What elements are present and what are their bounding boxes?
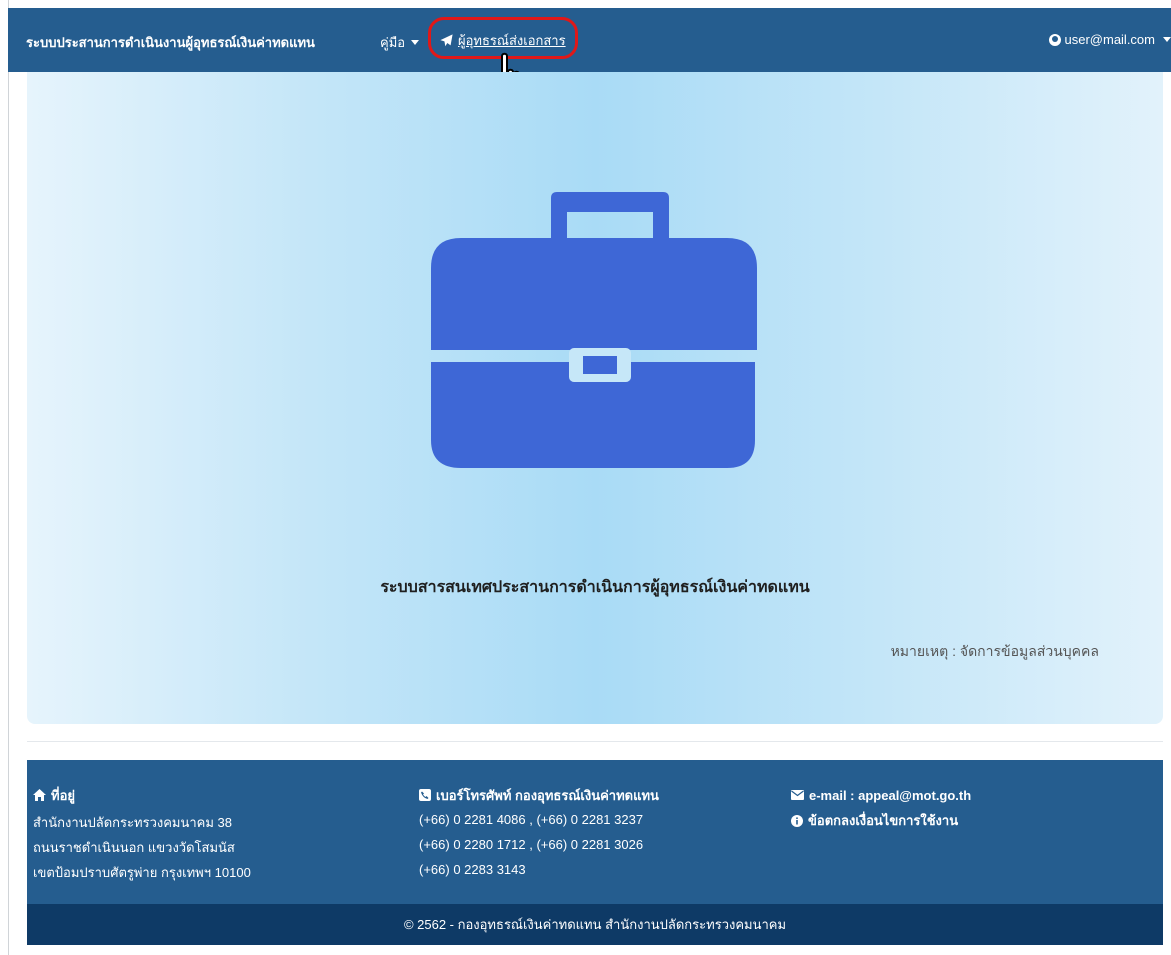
top-navbar: ระบบประสานการดำเนินงานผู้อุทธรณ์เงินค่าท… <box>8 8 1171 72</box>
footer-address: ที่อยู่ สำนักงานปลัดกระทรวงคมนาคม 38 ถนน… <box>33 786 251 880</box>
envelope-icon <box>791 790 804 800</box>
footer-phone-title: เบอร์โทรศัพท์ กองอุทธรณ์เงินค่าทดแทน <box>419 786 659 804</box>
footer-phone: เบอร์โทรศัพท์ กองอุทธรณ์เงินค่าทดแทน (+6… <box>419 786 659 879</box>
terms-label: ข้อตกลงเงื่อนไขการใช้งาน <box>808 813 959 828</box>
footer: ที่อยู่ สำนักงานปลัดกระทรวงคมนาคม 38 ถนน… <box>27 760 1163 904</box>
footer-address-title: ที่อยู่ <box>33 786 251 804</box>
brand-title[interactable]: ระบบประสานการดำเนินงานผู้อุทธรณ์เงินค่าท… <box>26 32 315 53</box>
home-icon <box>33 789 46 801</box>
window-left-edge <box>0 0 9 955</box>
email-link[interactable]: e-mail : appeal@mot.go.th <box>791 786 971 804</box>
chevron-down-icon <box>1163 37 1171 42</box>
hero-banner: ระบบสารสนเทศประสานการดำเนินการผู้อุทธรณ์… <box>27 72 1163 724</box>
briefcase-icon <box>431 192 757 468</box>
address-line: สำนักงานปลัดกระทรวงคมนาคม 38 <box>33 815 233 830</box>
copyright-text: © 2562 - กองอุทธรณ์เงินค่าทดแทน สำนักงาน… <box>403 917 787 932</box>
info-circle-icon <box>791 814 803 827</box>
user-menu[interactable]: user@mail.com <box>1048 32 1171 47</box>
terms-link[interactable]: ข้อตกลงเงื่อนไขการใช้งาน <box>791 810 971 831</box>
chevron-down-icon <box>411 40 420 45</box>
phone-square-icon <box>419 789 431 801</box>
divider <box>27 741 1163 742</box>
hero-note: หมายเหตุ : จัดการข้อมูลส่วนบุคคล <box>890 643 1099 659</box>
footer-contact: e-mail : appeal@mot.go.th ข้อตกลงเงื่อนไ… <box>791 786 971 831</box>
phone-line: (+66) 0 2280 1712 , (+66) 0 2281 3026 <box>419 837 644 852</box>
phone-line: (+66) 0 2281 4086 , (+66) 0 2281 3237 <box>419 812 644 827</box>
address-line: ถนนราชดำเนินนอก แขวงวัดโสมนัส <box>33 840 235 855</box>
email-label: e-mail : appeal@mot.go.th <box>809 787 972 803</box>
footer-address-label: ที่อยู่ <box>51 787 75 803</box>
manual-dropdown[interactable]: คู่มือ <box>380 32 420 53</box>
copyright-bar: © 2562 - กองอุทธรณ์เงินค่าทดแทน สำนักงาน… <box>27 904 1163 945</box>
manual-label: คู่มือ <box>380 35 406 50</box>
user-email: user@mail.com <box>1064 32 1156 47</box>
hero-title: ระบบสารสนเทศประสานการดำเนินการผู้อุทธรณ์… <box>380 579 810 596</box>
footer-phone-label: เบอร์โทรศัพท์ กองอุทธรณ์เงินค่าทดแทน <box>436 787 659 803</box>
phone-line: (+66) 0 2283 3143 <box>419 862 526 877</box>
user-circle-icon <box>1048 33 1061 46</box>
address-line: เขตป้อมปราบศัตรูพ่าย กรุงเทพฯ 10100 <box>33 865 251 880</box>
